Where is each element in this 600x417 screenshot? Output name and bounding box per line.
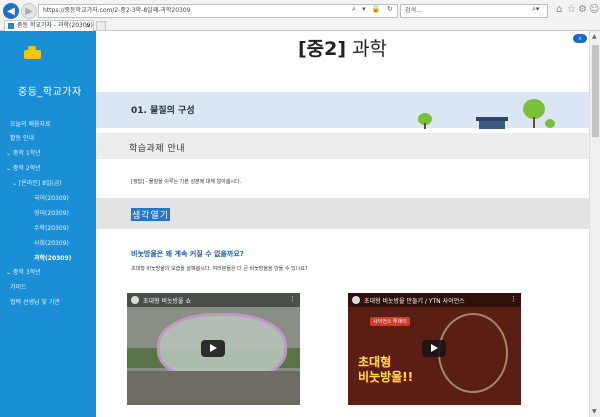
video-title-bar: 초대형 비눗방울 쇼 ⋮	[127, 293, 300, 307]
video-player[interactable]: 초대형 비눗방울 쇼 ⋮	[127, 293, 300, 405]
main-content: [중2] 과학 ⌕ 01. 물질의 구성 학습과제 안내 [정답] · 물질을 …	[96, 31, 589, 417]
tree-illustration	[523, 99, 545, 119]
address-bar-actions[interactable]: ⌕ ▾ 🔒 ↻	[352, 5, 395, 14]
browser-toolbar: ◀ ▶ https://중등학교가자.com/2-중2-3학-8일째-과학203…	[0, 0, 600, 31]
tree-trunk	[424, 123, 426, 129]
video-player[interactable]: 사이언스 투데이 초대형 비눗방울!! 초대형 비눗방울 만들기 / YTN 사…	[348, 293, 521, 405]
sidebar-item-grade1[interactable]: ⌄ 중학 1학년	[6, 148, 41, 157]
gear-icon[interactable]: ⚙	[578, 4, 587, 15]
page-title-subject: 과학	[346, 38, 388, 60]
close-icon[interactable]: ×	[85, 21, 91, 31]
forward-button[interactable]: ▶	[21, 3, 37, 19]
video-badge: 사이언스 투데이	[370, 317, 410, 326]
video-overlay-line2: 비눗방울!!	[358, 370, 414, 384]
sidebar-item-today[interactable]: 오늘의 배움자료	[10, 119, 51, 128]
video-title[interactable]: 초대형 비눗방울 쇼	[143, 296, 191, 305]
sidebar-item-partners[interactable]: 협력 선생님 및 기관	[10, 297, 60, 306]
sidebar-item-english[interactable]: 영어(20309)	[34, 208, 69, 217]
home-icon[interactable]: ⌂	[556, 4, 562, 15]
video-title[interactable]: 초대형 비눗방울 만들기 / YTN 사이언스	[364, 296, 465, 305]
site-logo-icon[interactable]	[24, 46, 41, 59]
sidebar-item-social[interactable]: 사회(20309)	[34, 238, 69, 247]
arrow-left-icon: ◀	[7, 5, 15, 17]
vertical-scrollbar[interactable]: ▲ ▼	[589, 31, 600, 417]
think-title: 생각열기	[131, 208, 171, 221]
back-button[interactable]: ◀	[3, 3, 19, 19]
subsection-title: 학습과제 안내	[129, 144, 186, 154]
play-icon[interactable]	[201, 340, 225, 357]
section-title: 01. 물질의 구성	[131, 106, 195, 116]
browser-tab[interactable]: 중등 학교가자 - 과학(20309) ×	[4, 20, 94, 31]
sidebar-item-grade2[interactable]: ⌄ 중학 2학년	[6, 163, 41, 172]
search-input[interactable]: 검색...	[400, 4, 548, 18]
video-thumbnail-ground	[127, 371, 300, 405]
scroll-down-icon[interactable]: ▼	[592, 408, 597, 415]
new-tab-button[interactable]	[96, 21, 106, 31]
task-description: [정답] · 물질을 이루는 기본 성분에 대해 알아봅시다.	[131, 179, 242, 185]
channel-avatar[interactable]	[352, 296, 360, 304]
page-title: [중2] 과학	[96, 34, 589, 61]
sidebar-item-guide[interactable]: 가이드	[10, 282, 27, 291]
sidebar: 중등_학교가자 오늘의 배움자료 활동 안내 ⌄ 중학 1학년 ⌄ 중학 2학년…	[0, 31, 96, 417]
channel-avatar[interactable]	[131, 296, 139, 304]
sidebar-item-math[interactable]: 수학(20309)	[34, 223, 69, 232]
page-title-bracket: [중2]	[297, 38, 347, 60]
more-vertical-icon[interactable]: ⋮	[289, 295, 296, 303]
star-icon[interactable]: ☆	[567, 4, 576, 15]
tab-title: 중등 학교가자 - 과학(20309)	[17, 22, 93, 29]
sidebar-item-activity[interactable]: 활동 안내	[10, 133, 34, 142]
search-icon[interactable]: ⌕	[573, 34, 587, 43]
smiley-icon[interactable]: ☺	[589, 4, 599, 15]
play-icon[interactable]	[422, 340, 446, 357]
sidebar-item-science[interactable]: 과학(20309)	[34, 253, 71, 262]
house-illustration	[479, 121, 505, 129]
sidebar-item-online-day[interactable]: ⌄ [온라인] 8일(금)	[12, 178, 62, 187]
scrollbar-thumb[interactable]	[592, 45, 599, 137]
site-title[interactable]: 중등_학교가자	[18, 83, 82, 98]
tree-illustration	[545, 119, 555, 128]
favicon-icon	[8, 23, 14, 29]
question-heading: 비눗방울은 왜 계속 커질 수 없을까요?	[131, 250, 244, 258]
bubble-illustration	[438, 313, 508, 393]
more-vertical-icon[interactable]: ⋮	[510, 295, 517, 303]
arrow-right-icon: ▶	[25, 5, 33, 17]
video-overlay-line1: 초대형	[358, 355, 392, 369]
address-bar[interactable]: https://중등학교가자.com/2-중2-3학-8일째-과학20309	[38, 4, 398, 18]
video-title-bar: 초대형 비눗방울 만들기 / YTN 사이언스 ⋮	[348, 293, 521, 307]
video-overlay-text: 초대형 비눗방울!!	[358, 355, 413, 385]
sidebar-item-korean[interactable]: 국어(20309)	[34, 193, 69, 202]
question-description: 초대형 비눗방울의 모습을 살펴봅시다. 여러분들은 더 큰 비눗방울을 만들 …	[131, 266, 308, 272]
scroll-up-icon[interactable]: ▲	[592, 33, 597, 40]
tree-trunk	[533, 117, 535, 128]
search-icon[interactable]: ⌕▾	[532, 5, 539, 14]
sidebar-item-grade3[interactable]: ⌄ 중학 3학년	[6, 267, 41, 276]
